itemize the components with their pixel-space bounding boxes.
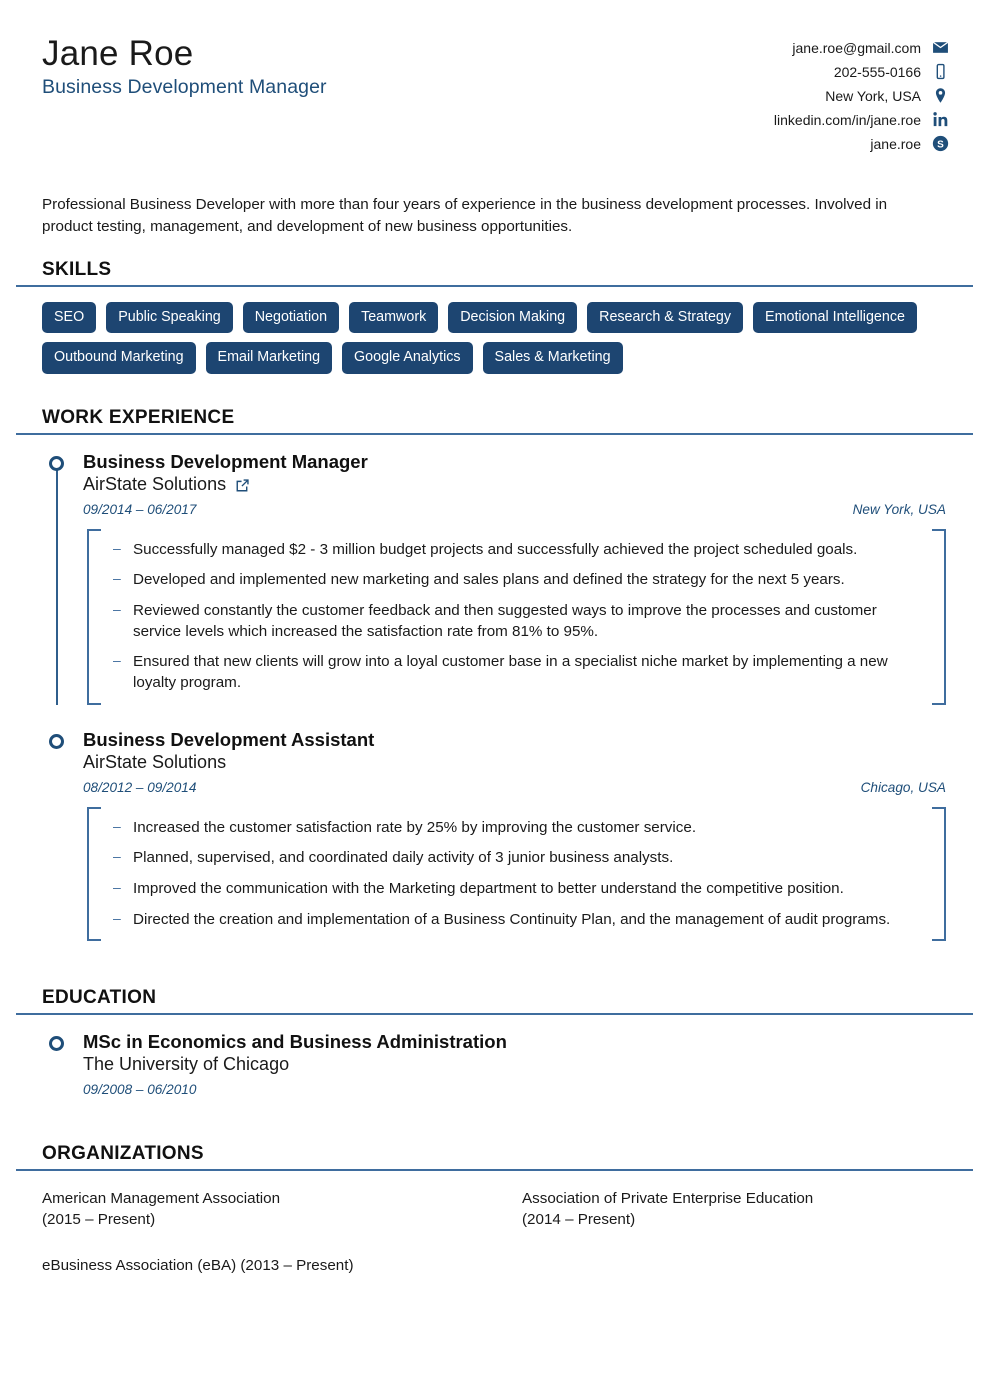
contact-item-phone[interactable]: 202-555-0166 [774, 63, 949, 80]
skill-tag[interactable]: Emotional Intelligence [753, 302, 917, 334]
contact-item-location: New York, USA [774, 87, 949, 104]
organization-item: American Management Association (2015 – … [42, 1190, 281, 1228]
linkedin-icon [932, 111, 949, 128]
education-heading: EDUCATION [42, 987, 157, 1009]
organizations-list: American Management Association (2015 – … [40, 1189, 949, 1277]
mobile-phone-icon [932, 63, 949, 80]
work-dates: 08/2012 – 09/2014 [83, 779, 197, 795]
skills-section: SKILLS SEO Public Speaking Negotiation T… [16, 259, 973, 374]
work-role-title: Business Development Assistant [83, 728, 375, 750]
work-bullet: Increased the customer satisfaction rate… [111, 817, 924, 839]
skill-tag[interactable]: Outbound Marketing [42, 342, 196, 374]
bracket-right-decoration [932, 528, 946, 705]
work-experience-heading: WORK EXPERIENCE [42, 406, 235, 428]
work-company-name: AirState Solutions [83, 474, 227, 495]
contact-item-skype[interactable]: jane.roe S [774, 135, 949, 152]
contact-skype-text: jane.roe [870, 135, 921, 152]
work-bullet: Planned, supervised, and coordinated dai… [111, 847, 924, 869]
skills-tag-list: SEO Public Speaking Negotiation Teamwork… [40, 302, 920, 374]
education-section: EDUCATION MSc in Economics and Business … [16, 987, 973, 1097]
skill-tag[interactable]: Google Analytics [342, 342, 473, 374]
external-link-icon[interactable] [235, 478, 250, 493]
resume-header: Jane Roe Business Development Manager ja… [40, 26, 949, 152]
section-divider [16, 1013, 973, 1016]
skype-icon: S [932, 135, 949, 152]
skill-tag[interactable]: SEO [42, 302, 97, 334]
timeline-marker-icon [49, 733, 64, 749]
timeline-line [55, 467, 58, 705]
timeline-marker-icon [49, 1036, 64, 1052]
contact-email-text: jane.roe@gmail.com [792, 39, 921, 56]
work-bullet: Developed and implemented new marketing … [111, 569, 924, 591]
skill-tag[interactable]: Negotiation [242, 302, 340, 334]
resume-page: Jane Roe Business Development Manager ja… [0, 0, 989, 1400]
skills-heading: SKILLS [42, 259, 112, 281]
svg-text:S: S [937, 139, 944, 150]
section-divider [16, 432, 973, 435]
contact-phone-text: 202-555-0166 [833, 63, 921, 80]
organizations-heading: ORGANIZATIONS [42, 1143, 204, 1165]
section-divider [16, 285, 973, 288]
work-experience-section: WORK EXPERIENCE Business Development Man… [16, 406, 973, 942]
work-company-name: AirState Solutions [83, 751, 227, 772]
contact-linkedin-text: linkedin.com/in/jane.roe [773, 111, 921, 128]
bracket-right-decoration [932, 806, 946, 942]
work-entry: Business Development Assistant AirState … [40, 729, 949, 942]
work-bullet-list: Successfully managed $2 - 3 million budg… [111, 539, 924, 694]
organization-item: eBusiness Association (eBA) (2013 – Pres… [42, 1257, 354, 1275]
work-meta-row: 09/2014 – 06/2017 New York, USA [83, 502, 949, 517]
work-role-title: Business Development Manager [83, 450, 368, 472]
work-entry: Business Development Manager AirState So… [40, 451, 949, 705]
contact-location-text: New York, USA [825, 87, 921, 104]
bracket-left-decoration [87, 806, 101, 942]
work-bullets-box: Successfully managed $2 - 3 million budg… [87, 528, 946, 705]
envelope-icon [932, 39, 949, 56]
work-bullets-box: Increased the customer satisfaction rate… [87, 806, 946, 942]
organizations-section: ORGANIZATIONS American Management Associ… [16, 1143, 973, 1277]
candidate-job-title: Business Development Manager [42, 76, 327, 99]
work-location: New York, USA [852, 501, 946, 517]
work-dates: 09/2014 – 06/2017 [83, 501, 197, 517]
timeline-marker-icon [49, 455, 64, 471]
contact-item-linkedin[interactable]: linkedin.com/in/jane.roe [774, 111, 949, 128]
work-bullet: Reviewed constantly the customer feedbac… [111, 600, 924, 642]
skill-tag[interactable]: Public Speaking [106, 302, 233, 334]
work-company-row: AirState Solutions [83, 752, 949, 774]
work-bullet: Successfully managed $2 - 3 million budg… [111, 539, 924, 561]
organization-item: Association of Private Enterprise Educat… [522, 1190, 814, 1228]
contact-item-email[interactable]: jane.roe@gmail.com [774, 39, 949, 56]
work-location: Chicago, USA [860, 779, 946, 795]
map-pin-icon [932, 87, 949, 104]
work-meta-row: 08/2012 – 09/2014 Chicago, USA [83, 780, 949, 795]
work-company-row: AirState Solutions [83, 474, 949, 496]
bracket-left-decoration [87, 528, 101, 705]
professional-summary: Professional Business Developer with mor… [42, 196, 888, 235]
identity-block: Jane Roe Business Development Manager [40, 34, 327, 99]
skill-tag[interactable]: Email Marketing [205, 342, 333, 374]
skill-tag[interactable]: Decision Making [448, 302, 578, 334]
work-bullet: Improved the communication with the Mark… [111, 878, 924, 900]
skill-tag[interactable]: Sales & Marketing [482, 342, 623, 374]
education-degree: MSc in Economics and Business Administra… [83, 1031, 507, 1053]
education-dates: 09/2008 – 06/2010 [83, 1082, 197, 1098]
work-bullet: Ensured that new clients will grow into … [111, 651, 924, 693]
skill-tag[interactable]: Research & Strategy [587, 302, 744, 334]
work-bullet-list: Increased the customer satisfaction rate… [111, 817, 924, 931]
education-entry: MSc in Economics and Business Administra… [40, 1031, 949, 1097]
contact-list: jane.roe@gmail.com 202-555-0166 New York… [774, 34, 949, 152]
work-bullet: Directed the creation and implementation… [111, 909, 924, 931]
skill-tag[interactable]: Teamwork [349, 302, 439, 334]
section-divider [16, 1169, 973, 1172]
candidate-name: Jane Roe [42, 34, 194, 73]
education-school: The University of Chicago [83, 1054, 290, 1075]
